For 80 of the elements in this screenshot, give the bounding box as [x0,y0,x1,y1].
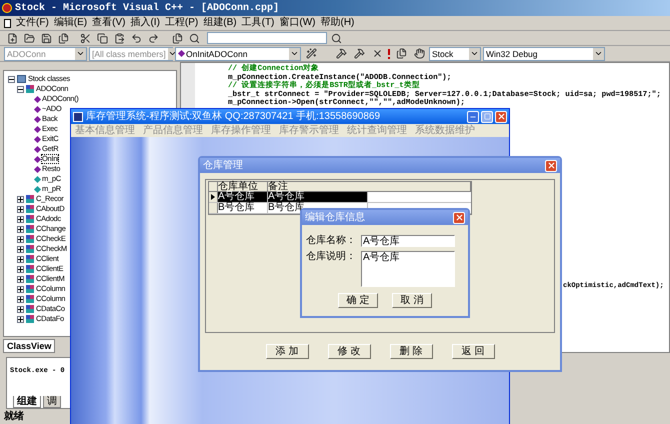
dropdown-field[interactable]: OnInitADOConn [175,46,301,60]
document-icon [4,18,11,28]
column-header: 备注 [268,182,471,191]
dialog-button[interactable]: 取 消 [392,293,432,308]
menu-item[interactable]: 窗口(W) [279,17,316,29]
input-field[interactable]: A号仓库 [361,235,455,247]
expand-icon[interactable] [17,306,24,312]
expand-icon[interactable] [17,276,24,282]
dialog-button[interactable]: 添 加 [266,344,308,359]
expand-icon[interactable] [17,246,24,252]
menu-item[interactable]: 工具(T) [242,17,274,29]
expand-icon[interactable] [17,296,24,302]
class-icon [26,215,34,223]
class-icon [26,275,34,283]
menu-item[interactable]: 文件(F) [16,17,49,29]
menu-item[interactable]: 插入(I) [130,17,160,29]
class-icon [26,85,34,93]
expand-icon[interactable] [17,236,24,242]
class-icon [26,315,34,323]
dropdown-field[interactable]: Win32 Debug [483,46,605,60]
class-icon [26,255,34,263]
close-button[interactable] [545,160,557,172]
close-icon [454,213,464,222]
expand-icon[interactable] [17,196,24,202]
expand-icon[interactable] [17,226,24,232]
method-icon [178,50,186,58]
class-icon [26,295,34,303]
class-icon [26,265,34,273]
class-icon [26,285,34,293]
find-field[interactable] [207,32,327,44]
class-icon [26,205,34,213]
expand-icon[interactable] [17,206,24,212]
collapse-icon[interactable] [8,76,15,82]
table-cell: A号仓库 [218,192,268,202]
expand-icon[interactable] [17,216,24,222]
close-button[interactable] [495,110,507,122]
expand-icon[interactable] [17,256,24,262]
text-area[interactable]: A号仓库 [361,251,455,287]
dialog-button[interactable]: 删 除 [390,344,432,359]
dialog-title: 仓库管理 [203,160,243,172]
maximize-icon [484,113,490,120]
output-tab[interactable]: 组建 [13,396,41,408]
close-icon [496,112,506,121]
collapse-icon[interactable] [17,86,24,92]
close-icon [546,161,556,170]
dialog-button[interactable]: 确 定 [338,293,378,308]
app-icon [2,3,12,13]
close-button[interactable] [453,212,465,224]
menu-item[interactable]: 组建(B) [203,17,237,29]
table-cell: B号仓库 [218,203,268,213]
app-icon [73,112,83,122]
class-icon [26,235,34,243]
menu-item[interactable]: 编辑(E) [54,17,88,29]
class-icon [26,225,34,233]
minimize-button[interactable] [467,110,479,122]
menu-item[interactable]: 帮助(H) [320,17,354,29]
dialog-title: 编辑仓库信息 [305,212,365,224]
class-icon [26,305,34,313]
window-title: Stock - Microsoft Visual C++ - [ADOConn.cpp] [15,2,280,16]
column-header: 仓库单位 [218,182,268,191]
maximize-button[interactable] [481,110,493,122]
expand-icon[interactable] [17,316,24,322]
field-label: 仓库说明： [306,251,357,263]
status-text: 就绪 [4,410,24,422]
dropdown-field[interactable]: Stock [429,46,481,60]
dialog-button[interactable]: 返 回 [452,344,494,359]
exclamation-icon[interactable] [387,48,391,58]
expand-icon[interactable] [17,266,24,272]
table-cell: A号仓库 [268,192,368,202]
expand-icon[interactable] [17,286,24,292]
dialog-button[interactable]: 修 改 [328,344,370,359]
window-title: 库存管理系统-程序测试:双鱼林 QQ:287307421 手机:13558690869 [86,110,382,122]
output-tab[interactable]: 调 [43,396,61,408]
workspace-tab[interactable]: ClassView [3,339,56,353]
class-icon [26,245,34,253]
menu-item[interactable]: 工程(P) [164,17,198,29]
folder-icon [17,75,26,83]
field-label: 仓库名称： [306,235,357,247]
class-icon [26,195,34,203]
menu-item[interactable]: 查看(V) [92,17,126,29]
